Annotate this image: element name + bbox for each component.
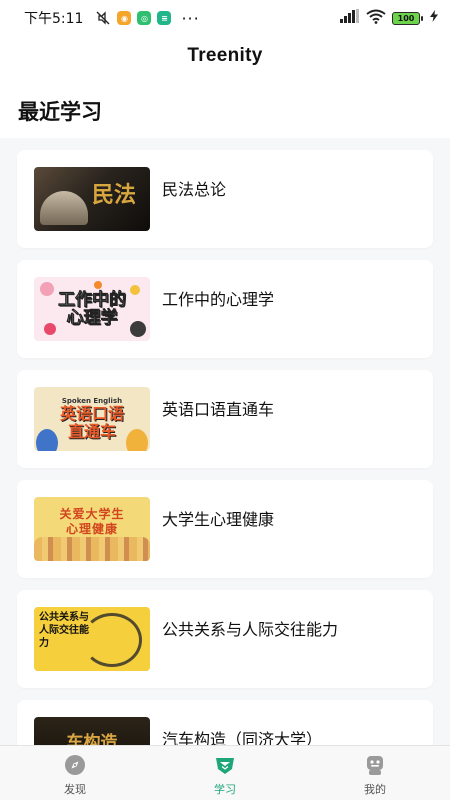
app-notification-icon: ≡ — [157, 11, 172, 25]
tab-label: 学习 — [214, 783, 236, 796]
thumbnail-text: 民法 — [91, 182, 136, 208]
course-thumbnail: 关爱大学生心理健康 — [34, 497, 150, 561]
tab-study[interactable]: 学习 — [150, 746, 300, 800]
status-bar: 下午5:11 ◉ ◎ ≡ ··· 100 — [0, 0, 450, 36]
bottom-tab-bar: 发现 学习 我的 — [0, 745, 450, 800]
thumbnail-text: 工作中的心理学 — [58, 290, 127, 328]
course-card[interactable]: 民法 民法总论 — [17, 150, 433, 248]
profile-icon — [364, 754, 386, 776]
section-header: 最近学习 — [0, 76, 450, 138]
course-title: 大学生心理健康 — [162, 510, 275, 529]
thumbnail-text: 公共关系与人际交往能力 — [39, 611, 89, 649]
course-thumbnail: Spoken English 英语口语直通车 — [34, 387, 150, 451]
tab-discover[interactable]: 发现 — [0, 746, 150, 800]
course-card[interactable]: 公共关系与人际交往能力 公共关系与人际交往能力 — [17, 590, 433, 688]
compass-icon — [64, 754, 86, 776]
recent-courses-list: 民法 民法总论 工作中的心理学 工作中的心理学 Spoken English 英… — [17, 150, 433, 800]
course-title: 英语口语直通车 — [162, 400, 275, 419]
course-thumbnail: 民法 — [34, 167, 150, 231]
battery-level: 100 — [397, 13, 415, 23]
thumbnail-text: 关爱大学生心理健康 — [59, 507, 125, 536]
signal-icon — [340, 9, 360, 27]
app-notification-icon: ◎ — [137, 11, 152, 25]
battery-icon: 100 — [392, 11, 423, 25]
tab-label: 发现 — [64, 783, 86, 796]
tab-profile[interactable]: 我的 — [300, 746, 450, 800]
charging-icon — [430, 10, 438, 26]
thumbnail-text: 英语口语直通车 — [59, 404, 124, 441]
course-thumbnail: 公共关系与人际交往能力 — [34, 607, 150, 671]
wifi-icon — [366, 9, 386, 28]
course-thumbnail: 工作中的心理学 — [34, 277, 150, 341]
course-title: 工作中的心理学 — [162, 290, 275, 309]
study-icon — [214, 754, 236, 776]
tab-label: 我的 — [364, 783, 386, 796]
status-time: 下午5:11 — [24, 11, 84, 27]
app-notification-icon: ◉ — [117, 11, 132, 25]
app-title: Treenity — [187, 45, 263, 66]
section-title: 最近学习 — [18, 100, 102, 124]
mute-icon — [95, 10, 111, 26]
course-card[interactable]: 关爱大学生心理健康 大学生心理健康 — [17, 480, 433, 578]
course-title: 民法总论 — [162, 180, 227, 199]
course-card[interactable]: 工作中的心理学 工作中的心理学 — [17, 260, 433, 358]
app-header: Treenity — [0, 36, 450, 76]
course-card[interactable]: Spoken English 英语口语直通车 英语口语直通车 — [17, 370, 433, 468]
course-title: 公共关系与人际交往能力 — [162, 620, 339, 639]
more-dots-icon: ··· — [181, 8, 200, 28]
